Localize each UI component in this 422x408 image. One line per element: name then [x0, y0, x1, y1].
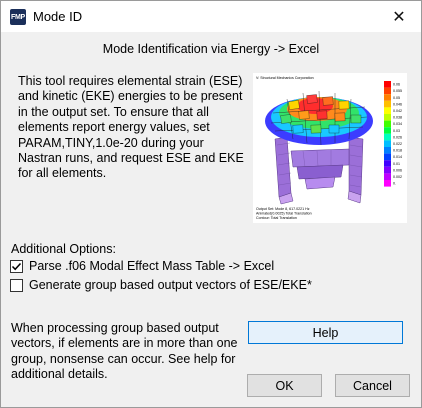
- figure-footer-line-1: Output Set: Mode 8, 617.0221 Hz: [256, 207, 310, 211]
- legend-value: 0.03: [393, 129, 400, 133]
- figure-footer-line-2: Animated(0.0025) Total Translation: [256, 212, 312, 216]
- legend-value: 0.022: [393, 142, 402, 146]
- group-vectors-option[interactable]: Generate group based output vectors of E…: [10, 278, 312, 292]
- legend-value: 0.042: [393, 109, 402, 113]
- checkmark-icon: [11, 262, 22, 270]
- legend-value: 0.034: [393, 122, 402, 126]
- app-icon-text: FMP: [11, 13, 25, 21]
- legend-swatch: [384, 160, 391, 167]
- legend-swatch: [384, 133, 391, 141]
- legend-value: 0.026: [393, 135, 402, 139]
- legend-swatch: [384, 107, 391, 114]
- close-button[interactable]: ✕: [377, 1, 421, 32]
- legend-swatch: [384, 87, 391, 95]
- group-vectors-checkbox[interactable]: [10, 278, 23, 292]
- legend-swatch: [384, 153, 391, 161]
- legend-value: 0.01: [393, 162, 400, 166]
- legend-swatch: [384, 94, 391, 101]
- contour-plot-svg: V: Structural Mechanics Corporation 0.06…: [253, 73, 407, 223]
- legend-value: 0.05: [393, 96, 400, 100]
- parse-f06-option[interactable]: Parse .f06 Modal Effect Mass Table -> Ex…: [10, 259, 274, 273]
- legend-swatch: [384, 147, 391, 154]
- figure-footer-line-3: Contour: Total Translation: [256, 216, 297, 220]
- title-bar: FMP Mode ID ✕: [1, 1, 421, 32]
- parse-f06-checkbox[interactable]: [10, 259, 23, 273]
- legend-value: 0.014: [393, 155, 402, 159]
- legend-value: 0.: [393, 182, 396, 186]
- cancel-button[interactable]: Cancel: [335, 374, 410, 397]
- parse-f06-label: Parse .f06 Modal Effect Mass Table -> Ex…: [29, 259, 275, 273]
- description-text: This tool requires elemental strain (ESE…: [18, 74, 244, 181]
- legend-swatch: [384, 81, 391, 88]
- legend-swatch: [384, 114, 391, 121]
- figure-header-text: V: Structural Mechanics Corporation: [256, 76, 314, 80]
- legend-value: 0.018: [393, 149, 402, 153]
- help-button[interactable]: Help: [248, 321, 403, 344]
- additional-options-label: Additional Options:: [11, 242, 116, 256]
- app-icon: FMP: [10, 9, 26, 25]
- legend-swatch: [384, 180, 391, 187]
- legend-swatch: [384, 173, 391, 180]
- legend-value: 0.055: [393, 89, 402, 93]
- legend-value: 0.038: [393, 116, 402, 120]
- group-vectors-label: Generate group based output vectors of E…: [29, 278, 312, 292]
- energy-contour-image: V: Structural Mechanics Corporation 0.06…: [253, 73, 407, 223]
- legend-swatch: [384, 127, 391, 134]
- ok-button[interactable]: OK: [247, 374, 322, 397]
- close-icon: ✕: [392, 8, 406, 26]
- legend-value: 0.06: [393, 83, 400, 87]
- mode-id-dialog: FMP Mode ID ✕ Mode Identification via En…: [0, 0, 422, 408]
- legend-swatch: [384, 140, 391, 147]
- legend-swatch: [384, 100, 391, 108]
- legend-swatch: [384, 166, 391, 174]
- window-title: Mode ID: [33, 9, 83, 24]
- dialog-heading: Mode Identification via Energy -> Excel: [102, 42, 320, 56]
- legend-value: 0.006: [393, 168, 402, 172]
- legend-value: 0.046: [393, 102, 402, 106]
- legend-value: 0.002: [393, 175, 402, 179]
- group-warning-note: When processing group based output vecto…: [11, 321, 238, 382]
- legend-swatch: [384, 120, 391, 128]
